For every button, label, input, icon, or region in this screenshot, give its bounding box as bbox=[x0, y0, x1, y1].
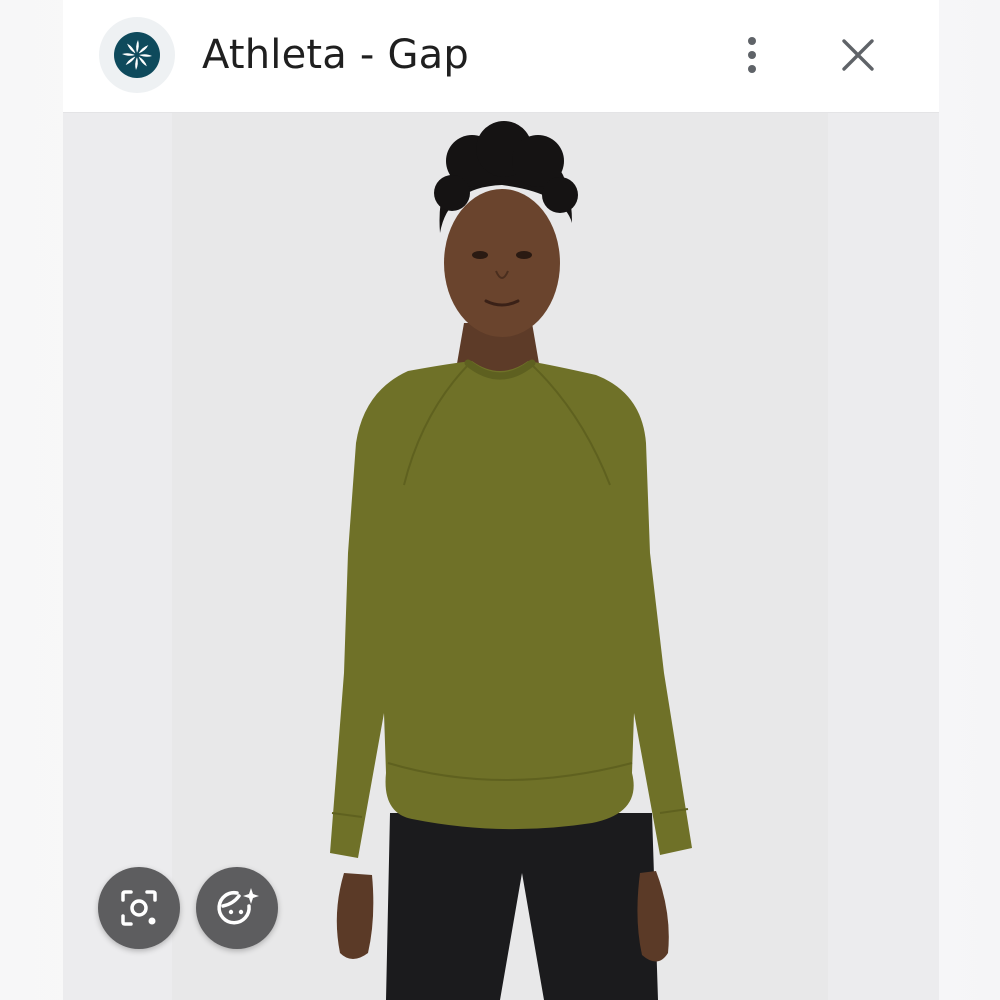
left-hand bbox=[336, 873, 374, 959]
site-icon-container bbox=[99, 17, 175, 93]
lens-search-icon bbox=[121, 890, 157, 926]
close-button[interactable] bbox=[833, 30, 883, 80]
more-vert-icon bbox=[748, 37, 756, 73]
product-photo[interactable] bbox=[172, 113, 828, 1000]
close-icon bbox=[842, 39, 874, 71]
face-effects-button[interactable] bbox=[196, 867, 278, 949]
preview-header: Athleta - Gap bbox=[63, 0, 939, 113]
lens-search-button[interactable] bbox=[98, 867, 180, 949]
model-illustration bbox=[172, 113, 828, 1000]
face bbox=[444, 189, 560, 337]
face-sparkle-icon bbox=[217, 888, 259, 925]
page-title: Athleta - Gap bbox=[202, 32, 469, 78]
browser-screen: Athleta - Gap bbox=[0, 0, 1000, 1000]
athleta-logo-icon bbox=[114, 32, 160, 78]
more-options-button[interactable] bbox=[727, 30, 777, 80]
